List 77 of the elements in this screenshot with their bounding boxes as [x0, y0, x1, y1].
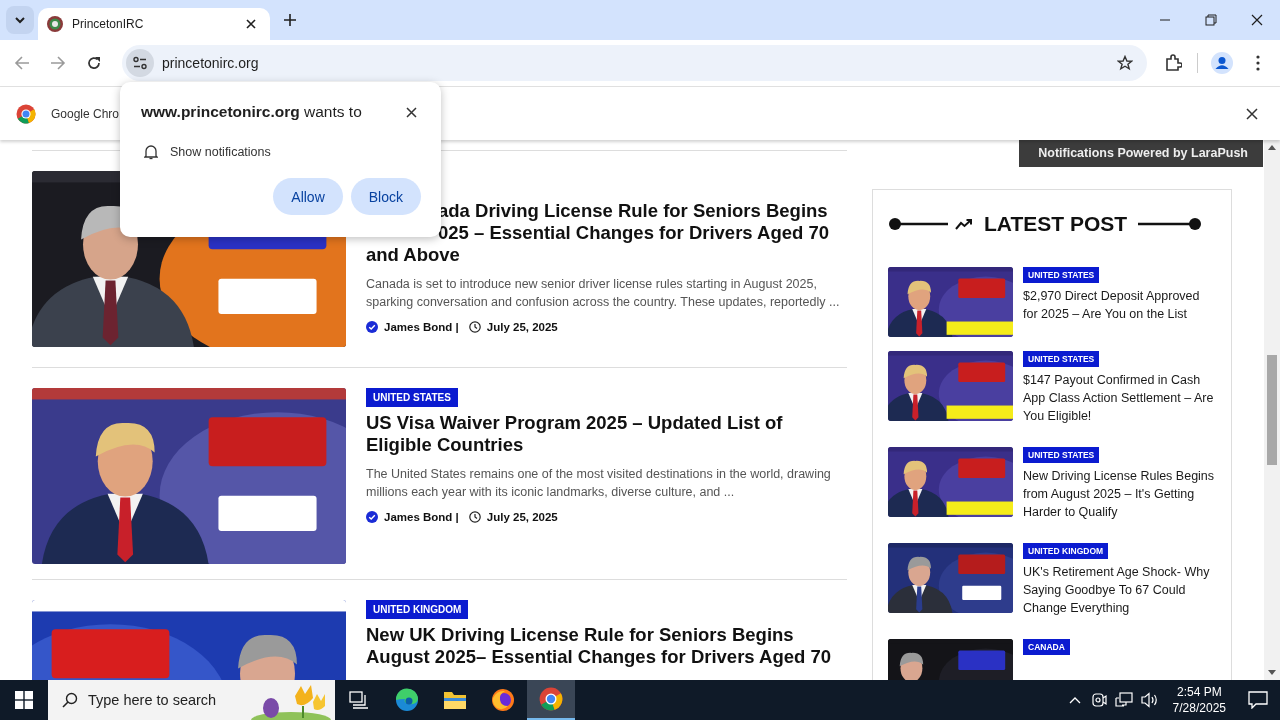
taskbar-search-field[interactable]: Type here to search [48, 680, 335, 720]
article-excerpt: Canada is set to introduce new senior driver license rules starting in August 2025, sparking conversation and confusion across the country. These updates, reportedly ... [366, 276, 841, 311]
post-title[interactable]: UK's Retirement Age Shock- Why Saying Goodbye To 67 Could Change Everything [1023, 563, 1217, 617]
taskbar-clock[interactable]: 2:54 PM 7/28/2025 [1172, 684, 1226, 716]
task-view-icon [349, 691, 369, 709]
sliders-icon [132, 55, 148, 71]
browser-app-button[interactable] [527, 680, 575, 720]
verified-badge-icon [366, 511, 378, 523]
category-tag[interactable]: UNITED STATES [1023, 447, 1100, 463]
dot-line-icon [1138, 217, 1203, 231]
windows-logo-icon [15, 691, 33, 709]
close-icon [405, 106, 417, 118]
article-title-line[interactable]: New UK Driving License Rule for Seniors Begins [366, 624, 832, 646]
star-icon [1117, 55, 1133, 71]
article-title-line[interactable]: US Visa Waiver Program 2025 – Updated List of [366, 412, 783, 434]
scroll-up-arrow-icon[interactable] [1268, 144, 1276, 150]
category-tag[interactable]: UNITED KINGDOM [366, 600, 469, 619]
scrollbar-thumb[interactable] [1267, 355, 1277, 465]
author-name[interactable]: James Bond | [384, 511, 459, 523]
close-icon [246, 19, 256, 29]
browser-icon [539, 687, 563, 711]
restore-icon [1205, 14, 1217, 26]
article-title-line[interactable]: August 2025– Essential Changes for Drivers Aged 70 [366, 646, 832, 668]
trend-arrow-icon [955, 218, 973, 230]
post-date: July 25, 2025 [486, 511, 558, 523]
chevron-down-icon [14, 14, 26, 26]
author-name[interactable]: James Bond | [384, 321, 459, 333]
browser-icon [491, 688, 515, 712]
close-icon [1251, 14, 1263, 26]
avatar-icon [1211, 52, 1233, 74]
chevron-up-icon [1068, 696, 1081, 704]
article-title-line[interactable]: Eligible Countries [366, 434, 783, 456]
category-tag[interactable]: UNITED STATES [1023, 267, 1100, 283]
reload-icon [86, 55, 102, 71]
back-arrow-icon [14, 55, 30, 71]
scroll-down-arrow-icon[interactable] [1268, 670, 1276, 676]
address-bar[interactable]: princetonirc.org [122, 45, 1147, 81]
clock-icon [468, 321, 481, 333]
category-tag[interactable]: CANADA [1023, 639, 1070, 655]
article-excerpt: The United States remains one of the most visited destinations in the world, drawing millions each year with its iconic landmarks, diverse culture, and ... [366, 466, 832, 501]
folder-icon [443, 690, 467, 710]
post-title[interactable]: New Driving License Rules Begins from August 2025 – It's Getting Harder to Qualify [1023, 467, 1217, 521]
plus-icon [283, 13, 297, 27]
article-title-line[interactable]: and Above [366, 244, 830, 266]
notification-credit: Notifications Powered by LaraPush [1019, 140, 1263, 167]
infobar-text: Google Chro [51, 106, 120, 121]
site-info-button[interactable] [126, 49, 154, 77]
dot-line-icon [888, 217, 948, 231]
browser-icon [395, 688, 419, 712]
popup-title: www.princetonirc.org wants to [141, 103, 362, 121]
post-title[interactable]: $2,970 Direct Deposit Approved for 2025 – Are You on the List [1023, 287, 1217, 323]
forward-arrow-icon [50, 55, 66, 71]
kebab-menu-icon [1256, 55, 1260, 71]
permission-label: Show notifications [170, 145, 271, 159]
block-button[interactable]: Block [350, 178, 421, 215]
clock-icon [468, 511, 481, 523]
chat-bubble-icon [1248, 691, 1268, 709]
speaker-icon[interactable] [1140, 692, 1159, 708]
category-tag[interactable]: UNITED KINGDOM [1023, 543, 1109, 559]
camera-icon[interactable] [1090, 692, 1107, 708]
category-tag[interactable]: UNITED STATES [366, 388, 458, 407]
post-title[interactable]: $147 Payout Confirmed in Cash App Class Action Settlement – Are You Eligible! [1023, 371, 1217, 425]
puzzle-piece-icon [1164, 54, 1182, 72]
bell-icon [144, 144, 158, 160]
close-icon [1246, 107, 1258, 120]
sidebar-title: LATEST POST [984, 212, 1128, 236]
browser-tab[interactable]: PrincetonIRC [38, 8, 270, 40]
verified-badge-icon [366, 321, 378, 333]
allow-button[interactable]: Allow [273, 178, 343, 215]
search-icon [62, 692, 78, 708]
post-date: July 25, 2025 [486, 321, 558, 333]
browser-logo-icon [16, 103, 36, 124]
network-icon[interactable] [1114, 692, 1133, 708]
tab-list-button[interactable] [6, 6, 34, 34]
category-tag[interactable]: UNITED STATES [1023, 351, 1100, 367]
url-text[interactable]: princetonirc.org [162, 55, 259, 71]
scrollbar-track[interactable] [1264, 140, 1280, 680]
